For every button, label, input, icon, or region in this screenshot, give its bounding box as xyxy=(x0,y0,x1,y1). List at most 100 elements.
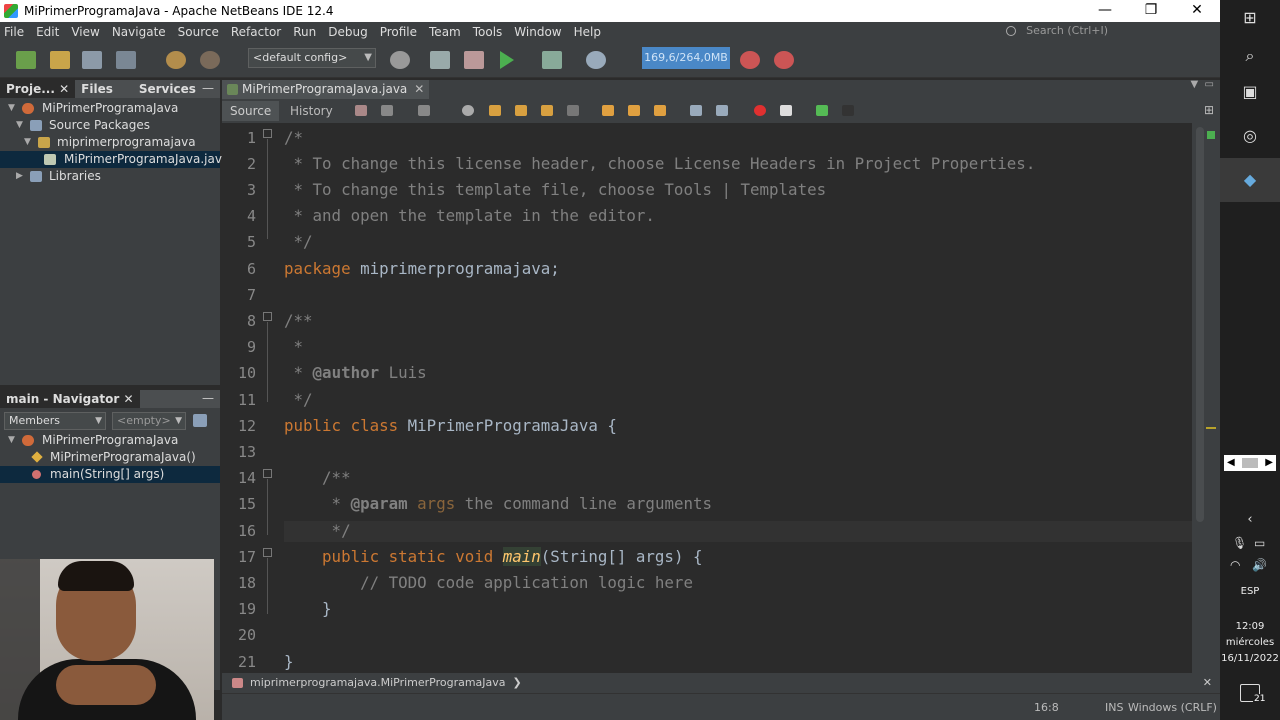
comment-icon[interactable] xyxy=(816,105,828,116)
bookmark-icon[interactable] xyxy=(567,105,579,116)
open-project-icon[interactable] xyxy=(82,51,102,69)
line-ending[interactable]: Windows (CRLF) xyxy=(1128,701,1217,714)
maximize-editor-icon[interactable]: ▭ xyxy=(1205,79,1214,90)
minimize-icon[interactable]: — xyxy=(202,80,214,98)
tree-item-source-packages[interactable]: ▼ Source Packages xyxy=(0,117,220,134)
tab-source[interactable]: Source xyxy=(222,101,280,121)
expand-icon[interactable]: ▼ xyxy=(8,432,15,449)
chevron-up-icon[interactable]: ‹ xyxy=(1238,508,1262,532)
nav-item-main[interactable]: main(String[] args) xyxy=(0,466,220,483)
clock-time[interactable]: 12:09 xyxy=(1220,621,1280,632)
target-icon[interactable] xyxy=(390,51,410,69)
shift-left-icon[interactable] xyxy=(690,105,702,116)
tab-java-file[interactable]: MiPrimerProgramaJava.java ✕ xyxy=(222,80,430,99)
tab-list-icon[interactable]: ▼ xyxy=(1190,79,1198,90)
profile-icon[interactable] xyxy=(586,51,606,69)
tab-navigator[interactable]: main - Navigator ✕ xyxy=(0,390,140,408)
maximize-button[interactable]: ❐ xyxy=(1128,0,1174,22)
run-icon[interactable] xyxy=(500,51,514,69)
tree-item-java-file[interactable]: MiPrimerProgramaJava.java xyxy=(0,151,229,168)
menu-file[interactable]: File xyxy=(4,25,24,39)
netbeans-taskbar-icon[interactable]: ◆ xyxy=(1238,168,1262,192)
tab-services[interactable]: Services xyxy=(133,80,202,98)
record-macro-icon[interactable] xyxy=(754,105,766,116)
chevron-right-icon[interactable]: ❯ xyxy=(509,676,522,689)
menu-window[interactable]: Window xyxy=(514,25,561,39)
next-bookmark-icon[interactable] xyxy=(628,105,640,116)
tab-history[interactable]: History xyxy=(282,101,341,121)
close-icon[interactable]: ✕ xyxy=(414,80,424,99)
volume-icon[interactable]: 🔊 xyxy=(1252,558,1267,572)
close-icon[interactable]: ✕ xyxy=(1203,673,1212,693)
split-editor-icon[interactable]: ⊞ xyxy=(1204,103,1214,117)
menu-debug[interactable]: Debug xyxy=(328,25,367,39)
menu-help[interactable]: Help xyxy=(574,25,601,39)
find-next-icon[interactable] xyxy=(515,105,527,116)
battery-icon[interactable]: ▭ xyxy=(1254,536,1265,550)
gc-icon[interactable] xyxy=(740,51,760,69)
save-all-icon[interactable] xyxy=(116,51,136,69)
empty-select[interactable]: <empty> ▼ xyxy=(112,412,186,430)
stop-macro-icon[interactable] xyxy=(780,105,792,116)
members-select[interactable]: Members ▼ xyxy=(4,412,106,430)
taskbar-scroll-thumb[interactable] xyxy=(1242,458,1258,468)
menu-edit[interactable]: Edit xyxy=(36,25,59,39)
tree-item-project[interactable]: ▼ MiPrimerProgramaJava xyxy=(0,100,220,117)
microphone-icon[interactable]: 🎙 xyxy=(1232,536,1247,550)
search-input[interactable]: Search (Ctrl+I) xyxy=(1026,24,1108,37)
windows-start-icon[interactable]: ⊞ xyxy=(1238,6,1262,30)
search-icon[interactable]: ⌕ xyxy=(1238,44,1262,68)
uncomment-icon[interactable] xyxy=(842,105,854,116)
fold-icon[interactable] xyxy=(263,312,272,321)
tab-projects[interactable]: Proje... ✕ xyxy=(0,80,76,98)
back-icon[interactable] xyxy=(381,105,393,116)
undo-icon[interactable] xyxy=(166,51,186,69)
menu-refactor[interactable]: Refactor xyxy=(231,25,281,39)
menu-tools[interactable]: Tools xyxy=(473,25,503,39)
close-icon[interactable]: ✕ xyxy=(123,392,133,406)
memory-indicator[interactable]: 169,6/264,0MB xyxy=(642,47,730,69)
editor-scrollbar[interactable] xyxy=(1192,123,1220,673)
toggle-highlight-icon[interactable] xyxy=(541,105,553,116)
fold-icon[interactable] xyxy=(263,548,272,557)
config-select[interactable]: <default config> ▼ xyxy=(248,48,376,68)
last-edit-icon[interactable] xyxy=(355,105,367,116)
scrollbar-thumb[interactable] xyxy=(1196,127,1204,522)
minimize-icon[interactable]: — xyxy=(202,390,214,408)
tree-item-libraries[interactable]: ▶ Libraries xyxy=(0,168,220,185)
menu-profile[interactable]: Profile xyxy=(380,25,417,39)
minimize-button[interactable]: — xyxy=(1082,0,1128,22)
menu-navigate[interactable]: Navigate xyxy=(112,25,166,39)
forward-icon[interactable] xyxy=(418,105,430,116)
profiler-snapshot-icon[interactable] xyxy=(774,51,794,69)
debug-icon[interactable] xyxy=(542,51,562,69)
insert-mode[interactable]: INS xyxy=(1105,701,1123,714)
code-editor[interactable]: 1 2 3 4 5 6 7 8 9 10 11 12 13 14 15 16 1… xyxy=(222,123,1192,673)
previous-bookmark-icon[interactable] xyxy=(602,105,614,116)
find-icon[interactable] xyxy=(462,105,474,116)
expand-icon[interactable]: ▶ xyxy=(16,168,23,185)
menu-team[interactable]: Team xyxy=(429,25,461,39)
fold-icon[interactable] xyxy=(263,469,272,478)
menu-view[interactable]: View xyxy=(71,25,99,39)
filter-icon[interactable] xyxy=(193,414,207,427)
language-indicator[interactable]: ESP xyxy=(1220,586,1280,597)
new-file-icon[interactable] xyxy=(16,51,36,69)
tab-files[interactable]: Files xyxy=(75,80,119,98)
close-icon[interactable]: ✕ xyxy=(59,82,69,96)
chevron-left-icon[interactable]: ◀ xyxy=(1227,455,1235,471)
task-view-icon[interactable]: ▣ xyxy=(1238,80,1262,104)
build-icon[interactable] xyxy=(430,51,450,69)
expand-icon[interactable]: ▼ xyxy=(8,100,15,117)
caret-position[interactable]: 16:8 xyxy=(1034,701,1059,714)
quick-search[interactable]: Search (Ctrl+I) xyxy=(1006,24,1108,37)
obs-icon[interactable]: ◎ xyxy=(1238,124,1262,148)
nav-item-constructor[interactable]: MiPrimerProgramaJava() xyxy=(0,449,220,466)
menu-source[interactable]: Source xyxy=(178,25,219,39)
fold-icon[interactable] xyxy=(263,129,272,138)
wifi-icon[interactable]: ◠ xyxy=(1230,558,1240,572)
toggle-bookmark-icon[interactable] xyxy=(654,105,666,116)
expand-icon[interactable]: ▼ xyxy=(24,134,31,151)
chevron-right-icon[interactable]: ▶ xyxy=(1265,455,1273,471)
clock-date[interactable]: 16/11/2022 xyxy=(1220,653,1280,664)
